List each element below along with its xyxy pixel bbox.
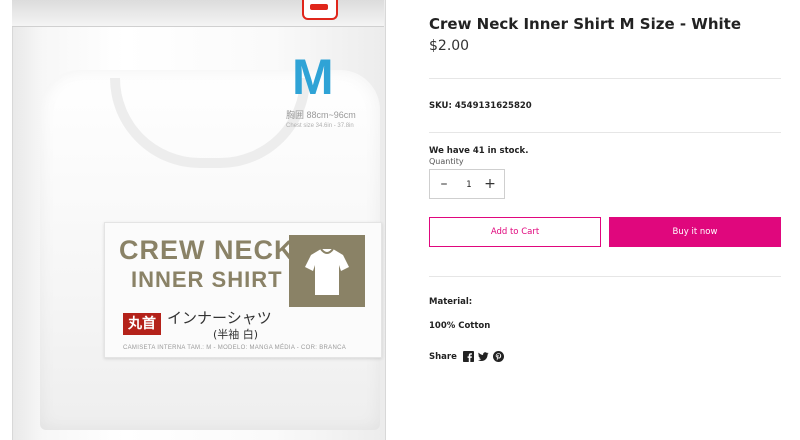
twitter-icon[interactable] bbox=[477, 351, 489, 362]
add-to-cart-button[interactable]: Add to Cart bbox=[429, 217, 601, 247]
divider bbox=[429, 78, 781, 79]
divider bbox=[429, 132, 781, 133]
quantity-label: Quantity bbox=[429, 157, 464, 166]
label-title-line1: CREW NECK bbox=[119, 235, 295, 265]
package-label: CREW NECK INNER SHIRT 丸首 インナーシャツ (半袖 白) … bbox=[104, 222, 382, 358]
crew-neck-badge: 丸首 bbox=[123, 313, 161, 335]
size-note-line2: Chest size 34.6in - 37.8in bbox=[286, 123, 354, 129]
label-fine-print: CAMISETA INTERNA TAM.: M - MODELO: MANGA… bbox=[123, 345, 347, 351]
label-japanese-subtitle: (半袖 白) bbox=[213, 328, 259, 341]
price-sticker bbox=[302, 0, 338, 20]
share-label: Share bbox=[429, 351, 457, 362]
stock-status: We have 41 in stock. bbox=[429, 146, 529, 156]
label-title-line2: INNER SHIRT bbox=[131, 267, 283, 292]
buy-it-now-button[interactable]: Buy it now bbox=[609, 217, 781, 247]
facebook-icon[interactable] bbox=[462, 351, 474, 362]
label-japanese-title: インナーシャツ bbox=[167, 309, 272, 327]
quantity-stepper: – + bbox=[429, 169, 505, 200]
quantity-decrease-button[interactable]: – bbox=[432, 170, 456, 198]
material-heading: Material: bbox=[429, 297, 473, 307]
quantity-increase-button[interactable]: + bbox=[478, 170, 502, 198]
share-row: Share bbox=[429, 351, 508, 362]
divider bbox=[429, 276, 781, 277]
product-sku: SKU: 4549131625820 bbox=[429, 101, 532, 111]
product-image[interactable]: M 胸囲 88cm~96cm Chest size 34.6in - 37.8i… bbox=[0, 0, 400, 440]
material-value: 100% Cotton bbox=[429, 321, 491, 331]
size-note: 胸囲 88cm~96cm Chest size 34.6in - 37.8in bbox=[286, 110, 356, 132]
size-note-line1: 胸囲 88cm~96cm bbox=[286, 110, 356, 120]
product-price: $2.00 bbox=[429, 38, 470, 54]
product-title: Crew Neck Inner Shirt M Size - White bbox=[429, 15, 741, 33]
pinterest-icon[interactable] bbox=[492, 351, 504, 362]
shirt-pictogram-icon bbox=[289, 235, 365, 307]
size-letter: M bbox=[292, 49, 334, 105]
